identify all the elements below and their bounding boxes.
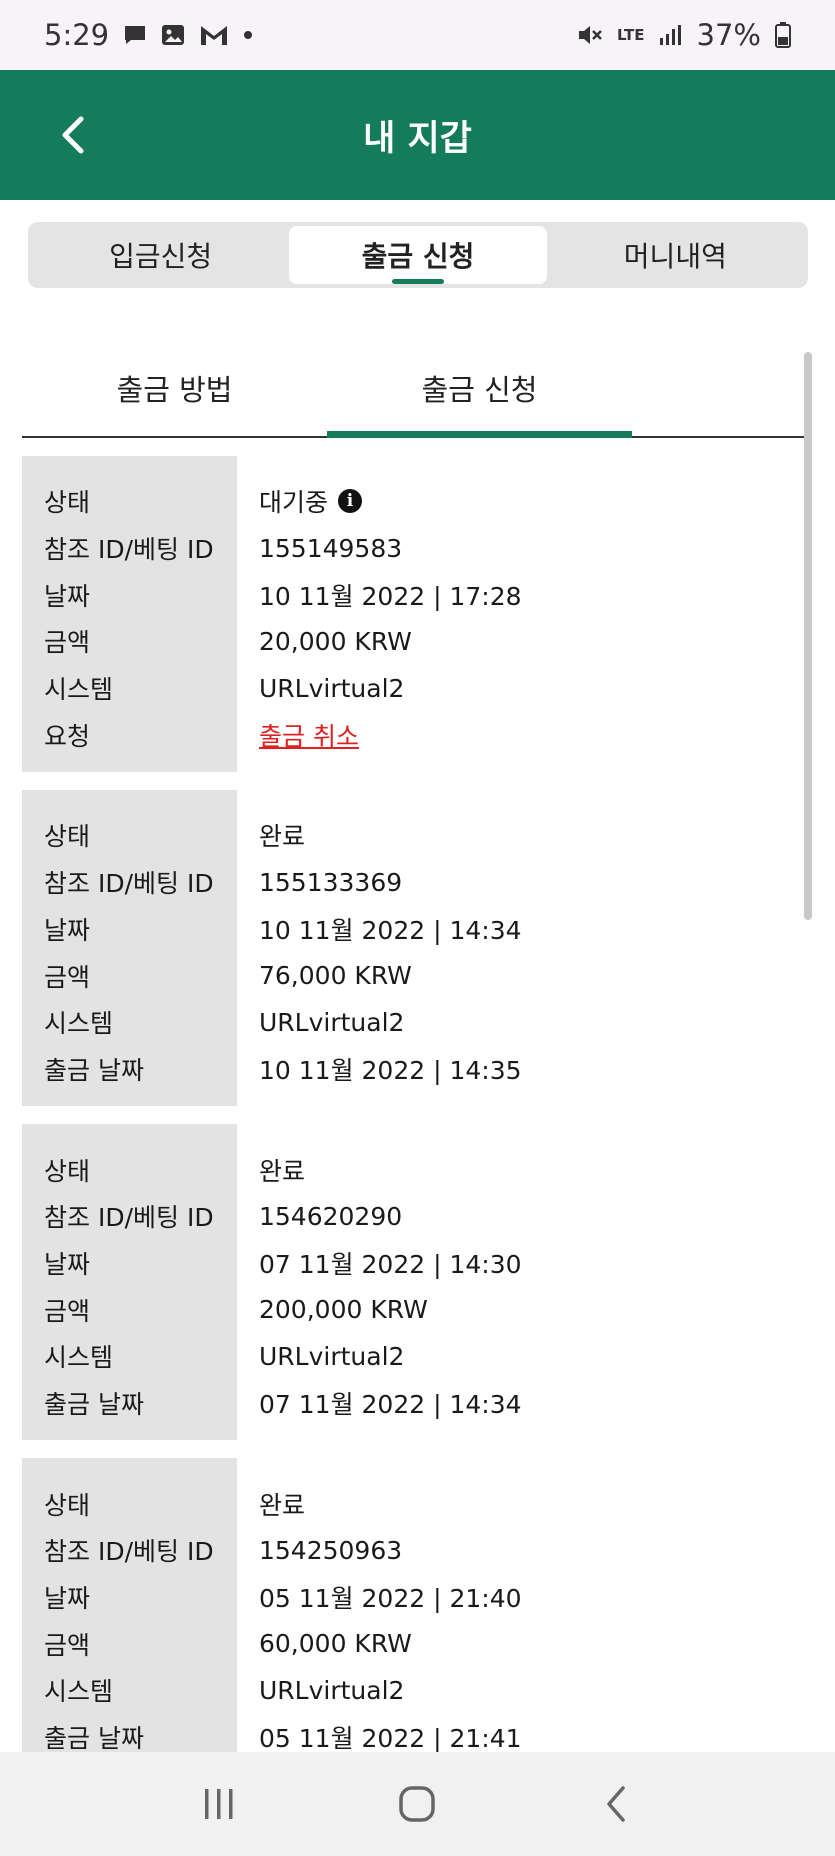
withdraw-record: 상태 참조 ID/베팅 ID 날짜 금액 시스템 출금 날짜 완료 154250… [22,1458,812,1775]
value-ref-id: 154250963 [259,1535,403,1565]
label-date: 날짜 [44,581,91,611]
cancel-withdraw-link[interactable]: 출금 취소 [259,717,359,753]
value-date: 07 11월 2022 | 14:30 [259,1249,522,1279]
status-text: 대기중 [259,488,329,518]
label-date: 날짜 [44,1249,91,1279]
signal-icon [659,24,683,46]
value-ref-id: 155149583 [259,533,403,563]
label-ref-id: 참조 ID/베팅 ID [44,1203,214,1233]
label-amount: 금액 [44,962,91,992]
value-status: 완료 [259,1490,306,1520]
value-system: URLvirtual2 [259,1675,405,1705]
tab-withdraw-request[interactable]: 출금 신청 [289,226,547,284]
label-ref-id: 참조 ID/베팅 ID [44,535,214,565]
label-request: 요청 [44,721,91,751]
record-labels: 상태 참조 ID/베팅 ID 날짜 금액 시스템 요청 [22,456,237,773]
system-back-button[interactable] [576,1764,656,1844]
record-values: 완료 154250963 05 11월 2022 | 21:40 60,000 … [237,1458,812,1774]
wallet-tabs: 입금신청 출금 신청 머니내역 [28,222,808,288]
lte-icon: LTE [616,25,645,44]
value-withdraw-date: 07 11월 2022 | 14:34 [259,1390,522,1420]
label-system: 시스템 [44,1677,114,1707]
recent-apps-icon [205,1789,233,1819]
label-system: 시스템 [44,1343,114,1373]
notification-dot-icon [243,30,253,40]
label-withdraw-date: 출금 날짜 [44,1055,144,1085]
back-icon [607,1786,625,1822]
subtab-withdraw-request[interactable]: 출금 신청 [327,340,632,438]
label-ref-id: 참조 ID/베팅 ID [44,869,214,899]
value-withdraw-date: 10 11월 2022 | 14:35 [259,1055,522,1085]
value-system: URLvirtual2 [259,673,405,703]
record-values: 완료 155133369 10 11월 2022 | 14:34 76,000 … [237,790,812,1106]
home-icon [399,1786,436,1822]
value-status: 대기중 i [259,478,812,525]
label-system: 시스템 [44,1009,114,1039]
page-title: 내 지갑 [363,118,472,159]
record-values: 대기중 i 155149583 10 11월 2022 | 17:28 20,0… [237,456,812,772]
withdraw-subtabs: 출금 방법 출금 신청 [22,340,812,438]
value-ref-id: 155133369 [259,867,403,897]
lte-label: LTE [616,25,645,44]
value-date: 10 11월 2022 | 17:28 [259,581,522,611]
value-request: 출금 취소 [259,711,812,758]
label-amount: 금액 [44,628,91,658]
back-button[interactable] [40,103,104,167]
status-bar: 5:29 LTE 37% [0,0,835,70]
withdraw-record: 상태 참조 ID/베팅 ID 날짜 금액 시스템 요청 대기중 i 155149… [22,456,812,773]
battery-percent: 37% [696,18,761,52]
label-system: 시스템 [44,675,114,705]
label-status: 상태 [44,1156,91,1186]
value-amount: 76,000 KRW [259,961,412,991]
home-button[interactable] [377,1764,457,1844]
value-status: 완료 [259,1156,306,1186]
gmail-icon [199,23,229,47]
tab-money-history[interactable]: 머니내역 [547,226,804,284]
subtab-withdraw-method[interactable]: 출금 방법 [22,340,327,436]
mute-icon [577,23,603,47]
battery-icon [775,22,791,48]
record-values: 완료 154620290 07 11월 2022 | 14:30 200,000… [237,1124,812,1440]
record-labels: 상태 참조 ID/베팅 ID 날짜 금액 시스템 출금 날짜 [22,1124,237,1441]
label-status: 상태 [44,488,91,518]
value-system: URLvirtual2 [259,1007,405,1037]
info-icon[interactable]: i [338,489,363,514]
message-icon [123,24,147,46]
app-header: 내 지갑 [0,70,835,200]
label-amount: 금액 [44,1296,91,1326]
recent-apps-button[interactable] [179,1764,259,1844]
withdraw-record: 상태 참조 ID/베팅 ID 날짜 금액 시스템 출금 날짜 완료 154620… [22,1124,812,1441]
label-date: 날짜 [44,1584,91,1614]
value-ref-id: 154620290 [259,1201,403,1231]
label-withdraw-date: 출금 날짜 [44,1390,144,1420]
withdraw-records: 상태 참조 ID/베팅 ID 날짜 금액 시스템 요청 대기중 i 155149… [22,456,812,1793]
value-amount: 20,000 KRW [259,626,412,656]
status-time: 5:29 [44,18,110,52]
label-amount: 금액 [44,1630,91,1660]
value-date: 05 11월 2022 | 21:40 [259,1584,522,1614]
tab-deposit-request[interactable]: 입금신청 [32,226,289,284]
value-status: 완료 [259,822,306,852]
status-right: LTE 37% [577,18,791,52]
record-labels: 상태 참조 ID/베팅 ID 날짜 금액 시스템 출금 날짜 [22,1458,237,1775]
value-amount: 60,000 KRW [259,1629,412,1659]
status-left: 5:29 [44,18,253,52]
label-status: 상태 [44,1490,91,1520]
label-status: 상태 [44,822,91,852]
label-date: 날짜 [44,915,91,945]
image-icon [161,24,185,46]
withdraw-record: 상태 참조 ID/베팅 ID 날짜 금액 시스템 출금 날짜 완료 155133… [22,790,812,1107]
label-ref-id: 참조 ID/베팅 ID [44,1537,214,1567]
record-labels: 상태 참조 ID/베팅 ID 날짜 금액 시스템 출금 날짜 [22,790,237,1107]
value-amount: 200,000 KRW [259,1295,428,1325]
system-nav-bar [0,1752,835,1856]
value-system: URLvirtual2 [259,1341,405,1371]
chevron-left-icon [62,116,84,154]
value-date: 10 11월 2022 | 14:34 [259,915,522,945]
